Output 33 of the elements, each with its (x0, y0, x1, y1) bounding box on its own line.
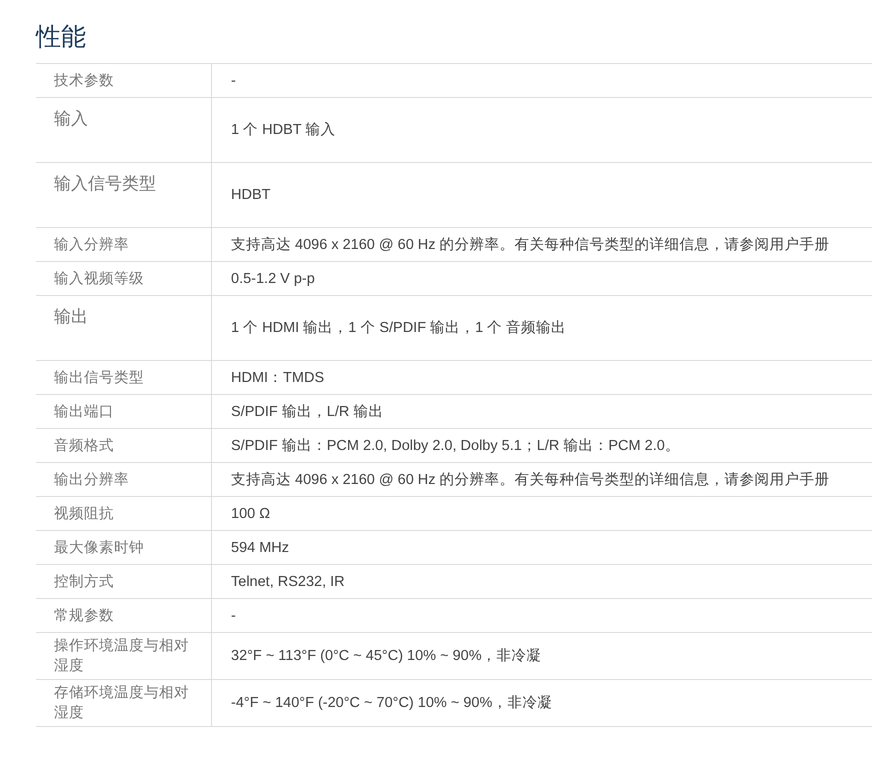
spec-label: 存储环境温度与相对湿度 (54, 684, 190, 723)
spec-label: 输入分辨率 (54, 236, 129, 254)
spec-value: HDMI：TMDS (231, 368, 324, 388)
spec-label: 输出 (54, 306, 88, 328)
spec-label: 常规参数 (54, 606, 114, 626)
spec-label: 最大像素时钟 (54, 538, 144, 558)
spec-value: HDBT (231, 186, 270, 205)
spec-value: 支持高达 4096 x 2160 @ 60 Hz 的分辨率。有关每种信号类型的详细信息，请参阅用户手册 (231, 236, 830, 254)
spec-label: 输出分辨率 (54, 470, 129, 490)
spec-value: S/PDIF 输出，L/R 输出 (231, 402, 384, 422)
spec-value: - (231, 72, 236, 90)
spec-label: 输入视频等级 (54, 270, 144, 288)
spec-value: -4°F ~ 140°F (-20°C ~ 70°C) 10% ~ 90%，非冷凝 (231, 694, 552, 713)
spec-label: 音频格式 (54, 436, 114, 456)
spec-value: 0.5-1.2 V p-p (231, 270, 315, 288)
spec-label: 输出端口 (54, 402, 114, 422)
spec-value: 支持高达 4096 x 2160 @ 60 Hz 的分辨率。有关每种信号类型的详细信息，请参阅用户手册 (231, 470, 830, 490)
spec-label: 输出信号类型 (54, 368, 144, 388)
spec-label: 输入 (54, 108, 88, 130)
spec-value: 1 个 HDMI 输出，1 个 S/PDIF 输出，1 个 音频输出 (231, 318, 566, 338)
spec-label: 输入信号类型 (54, 173, 156, 195)
spec-label: 操作环境温度与相对湿度 (54, 636, 190, 676)
spec-value: 100 Ω (231, 504, 270, 524)
spec-label: 控制方式 (54, 572, 114, 592)
spec-label: 视频阻抗 (54, 504, 114, 524)
spec-value: S/PDIF 输出：PCM 2.0, Dolby 2.0, Dolby 5.1；L/R 输出：PCM 2.0。 (231, 436, 680, 456)
spec-value: 594 MHz (231, 538, 290, 558)
section-title: 性能 (36, 22, 87, 53)
spec-value: 1 个 HDBT 输入 (231, 121, 336, 140)
spec-value: Telnet, RS232, IR (231, 572, 345, 592)
spec-label: 技术参数 (54, 72, 114, 90)
spec-value: 32°F ~ 113°F (0°C ~ 45°C) 10% ~ 90%，非冷凝 (231, 647, 542, 666)
spec-value: - (231, 606, 236, 626)
